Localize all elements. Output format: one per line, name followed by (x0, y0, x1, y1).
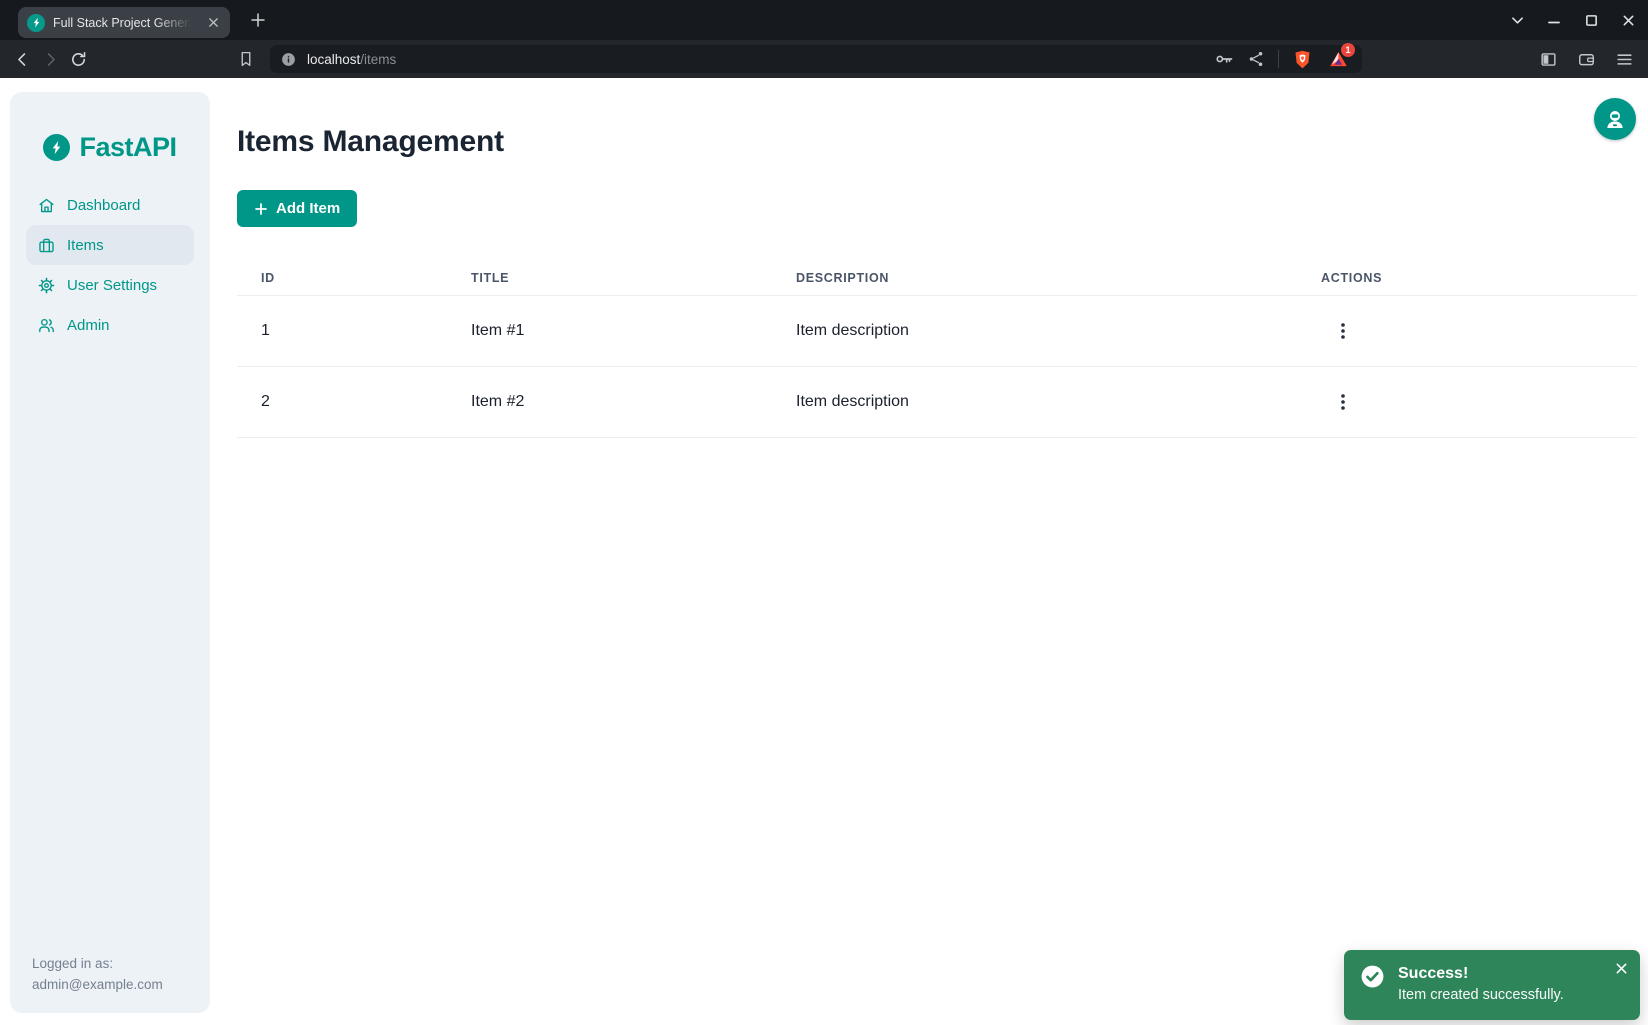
row-actions-menu-button[interactable] (1327, 386, 1359, 418)
cell-id: 2 (237, 393, 447, 411)
table-row: 1 Item #1 Item description (237, 296, 1637, 367)
sidebar-item-label: User Settings (67, 277, 157, 294)
sidebar-item-user-settings[interactable]: User Settings (26, 265, 194, 305)
page-content: FastAPI Dashboard Items User Settings (0, 78, 1648, 1025)
browser-tab-bar: Full Stack Project Genera (0, 0, 1648, 40)
url-bar-actions: 1 (1214, 47, 1350, 71)
check-circle-icon (1360, 964, 1385, 989)
sidebar-item-admin[interactable]: Admin (26, 305, 194, 345)
toast-text: Success! Item created successfully. (1398, 963, 1564, 1007)
sidebar-panel-icon[interactable] (1534, 45, 1562, 73)
cell-title: Item #1 (447, 322, 772, 340)
browser-dropdown-chevron-icon[interactable] (1509, 12, 1525, 28)
main-area: Items Management Add Item ID TITLE DESCR… (237, 78, 1648, 438)
column-header-title: TITLE (447, 271, 772, 285)
url-bar[interactable]: localhost/items 1 (270, 45, 1362, 73)
reload-button[interactable] (64, 45, 92, 73)
sidebar: FastAPI Dashboard Items User Settings (10, 92, 210, 1013)
wallet-icon[interactable] (1572, 45, 1600, 73)
cell-description: Item description (772, 322, 1297, 340)
menu-hamburger-icon[interactable] (1610, 45, 1638, 73)
column-header-description: DESCRIPTION (772, 271, 1297, 285)
browser-toolbar: localhost/items 1 (0, 40, 1648, 78)
window-maximize-button[interactable] (1583, 12, 1599, 28)
window-controls (1509, 0, 1636, 40)
table-row: 2 Item #2 Item description (237, 367, 1637, 438)
home-icon (38, 197, 55, 214)
add-item-label: Add Item (276, 200, 340, 217)
url-bar-separator (1278, 50, 1279, 68)
back-button[interactable] (8, 45, 36, 73)
share-icon[interactable] (1247, 50, 1265, 68)
users-icon (38, 317, 55, 334)
window-minimize-button[interactable] (1546, 12, 1562, 28)
plus-icon (254, 202, 268, 216)
items-table: ID TITLE DESCRIPTION ACTIONS 1 Item #1 I… (237, 260, 1637, 438)
user-astronaut-icon (1603, 107, 1627, 131)
sidebar-item-label: Dashboard (67, 197, 140, 214)
sidebar-nav: Dashboard Items User Settings Admin (26, 185, 194, 345)
column-header-actions: ACTIONS (1297, 271, 1637, 285)
rewards-badge: 1 (1341, 43, 1355, 57)
fastapi-favicon-icon (27, 14, 45, 32)
url-text: localhost/items (307, 52, 396, 67)
logo-text: FastAPI (79, 132, 176, 163)
toolbar-right-group (1534, 45, 1638, 73)
user-menu-avatar-button[interactable] (1594, 98, 1636, 140)
gear-icon (38, 277, 55, 294)
table-header-row: ID TITLE DESCRIPTION ACTIONS (237, 260, 1637, 296)
briefcase-icon (38, 237, 55, 254)
add-item-button[interactable]: Add Item (237, 190, 357, 227)
url-host: localhost (307, 52, 360, 67)
brave-rewards-icon[interactable]: 1 (1326, 47, 1350, 71)
browser-tab[interactable]: Full Stack Project Genera (18, 7, 230, 38)
toast-title: Success! (1398, 963, 1564, 984)
site-info-icon[interactable] (280, 51, 297, 68)
brave-shield-icon[interactable] (1292, 49, 1313, 70)
toast-close-icon[interactable] (1611, 958, 1631, 978)
fastapi-lightning-icon (43, 134, 70, 161)
fastapi-logo: FastAPI (10, 132, 210, 163)
password-key-icon[interactable] (1214, 49, 1234, 69)
sidebar-item-label: Items (67, 237, 104, 254)
logged-in-email: admin@example.com (32, 974, 163, 995)
kebab-icon (1335, 322, 1351, 340)
tab-close-icon[interactable] (204, 14, 222, 32)
logged-in-label: Logged in as: (32, 953, 163, 974)
row-actions-menu-button[interactable] (1327, 315, 1359, 347)
new-tab-button[interactable] (245, 7, 271, 33)
success-toast: Success! Item created successfully. (1344, 950, 1640, 1020)
column-header-id: ID (237, 271, 447, 285)
window-close-button[interactable] (1620, 12, 1636, 28)
cell-id: 1 (237, 322, 447, 340)
forward-button[interactable] (36, 45, 64, 73)
cell-title: Item #2 (447, 393, 772, 411)
url-path: /items (360, 52, 396, 67)
cell-description: Item description (772, 393, 1297, 411)
tab-title: Full Stack Project Genera (53, 16, 196, 30)
kebab-icon (1335, 393, 1351, 411)
toast-message: Item created successfully. (1398, 984, 1564, 1007)
sidebar-item-label: Admin (67, 317, 110, 334)
sidebar-item-dashboard[interactable]: Dashboard (26, 185, 194, 225)
logged-in-footer: Logged in as: admin@example.com (32, 953, 163, 995)
page-title: Items Management (237, 78, 1648, 159)
sidebar-item-items[interactable]: Items (26, 225, 194, 265)
bookmark-icon[interactable] (232, 45, 260, 73)
